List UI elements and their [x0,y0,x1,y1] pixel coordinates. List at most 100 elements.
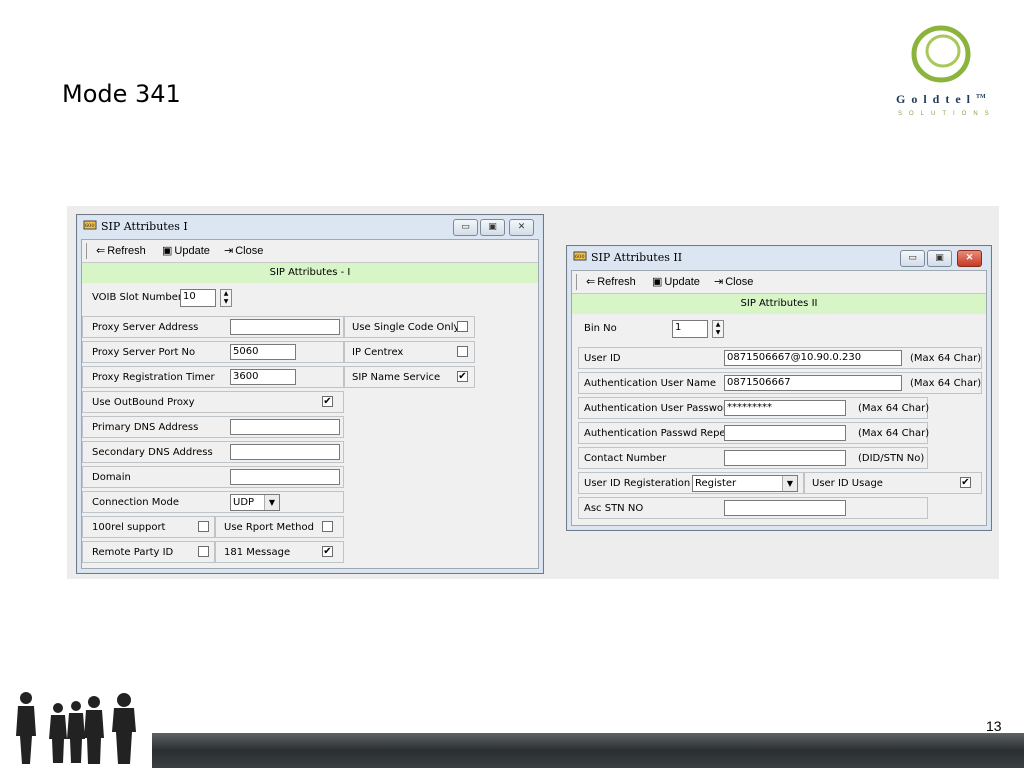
asc-stn-label: Asc STN NO [584,503,644,514]
sip-name-service-checkbox[interactable]: ✔ [457,371,468,382]
window-2-titlebar[interactable]: 600 SIP Attributes II ▭ ▣ ✕ [567,246,991,268]
close-toolbar-button[interactable]: ⇥ Close [224,244,263,257]
save-icon: ▣ [652,276,663,288]
bin-no-spinner[interactable]: ▲ ▼ [712,320,724,338]
bin-no-input[interactable]: 1 [672,320,708,338]
msg181-label: 181 Message [224,547,291,558]
remote-party-label: Remote Party ID [92,547,174,558]
sip-attributes-1-window: 600 SIP Attributes I ▭ ▣ ✕ ⇐ Refresh ▣ Upd… [76,214,544,574]
contact-label: Contact Number [584,453,667,464]
chevron-down-icon: ▼ [782,476,797,491]
contact-input[interactable] [724,450,846,466]
user-id-input[interactable]: 0871506667@10.90.0.230 [724,350,902,366]
proxy-server-address-input[interactable] [230,319,340,335]
save-icon: ▣ [162,245,173,257]
rel100-checkbox[interactable] [198,521,209,532]
user-id-usage-checkbox[interactable]: ✔ [960,477,971,488]
use-rport-checkbox[interactable] [322,521,333,532]
sip-name-service-label: SIP Name Service [352,372,441,383]
connection-mode-select[interactable]: UDP ▼ [230,494,280,511]
close-toolbar-button[interactable]: ⇥ Close [714,275,753,288]
use-rport-label: Use Rport Method [224,522,314,533]
update-button[interactable]: ▣ Update [162,244,210,257]
voib-slot-label: VOIB Slot Number [92,292,183,303]
secondary-dns-label: Secondary DNS Address [92,447,213,458]
svg-text:600: 600 [85,223,95,229]
auth-repeat-hint: (Max 64 Char) [858,428,930,439]
window-2-toolbar: ⇐ Refresh ▣ Update ⇥ Close [572,271,986,294]
logo-name: GoldtelTM [896,92,986,106]
toolbar-separator [86,243,87,259]
auth-pass-hint: (Max 64 Char) [858,403,930,414]
contact-hint: (DID/STN No) [858,453,925,464]
close-button[interactable]: ✕ [957,250,982,267]
refresh-button[interactable]: ⇐ Refresh [586,275,636,288]
section-header: SIP Attributes - I [82,263,538,283]
maximize-button[interactable]: ▣ [480,219,505,236]
primary-dns-label: Primary DNS Address [92,422,199,433]
slide-title: Mode 341 [62,80,181,108]
proxy-server-address-label: Proxy Server Address [92,322,199,333]
use-outbound-proxy-label: Use OutBound Proxy [92,397,195,408]
primary-dns-input[interactable] [230,419,340,435]
user-id-usage-label: User ID Usage [812,478,883,489]
auth-pass-label: Authentication User Password [584,403,734,414]
secondary-dns-input[interactable] [230,444,340,460]
exit-icon: ⇥ [224,245,234,257]
auth-user-input[interactable]: 0871506667 [724,375,902,391]
back-arrow-icon: ⇐ [96,245,106,257]
proxy-reg-timer-label: Proxy Registration Timer [92,372,215,383]
use-single-code-checkbox[interactable] [457,321,468,332]
window-1-toolbar: ⇐ Refresh ▣ Update ⇥ Close [82,240,538,263]
proxy-server-port-input[interactable]: 5060 [230,344,296,360]
chevron-down-icon: ▼ [264,495,279,510]
voib-slot-input[interactable]: 10 [180,289,216,307]
user-id-reg-select[interactable]: Register ▼ [692,475,798,492]
auth-user-label: Authentication User Name [584,378,717,389]
minimize-button[interactable]: ▭ [453,219,478,236]
app-icon: 600 [83,220,97,230]
connection-mode-label: Connection Mode [92,497,180,508]
window-1-titlebar[interactable]: 600 SIP Attributes I ▭ ▣ ✕ [77,215,543,237]
refresh-button[interactable]: ⇐ Refresh [96,244,146,257]
remote-party-checkbox[interactable] [198,546,209,557]
domain-label: Domain [92,472,131,483]
svg-text:600: 600 [575,254,585,260]
auth-user-hint: (Max 64 Char) [910,378,982,389]
people-silhouette-icon [16,692,136,764]
bin-no-label: Bin No [584,323,617,334]
back-arrow-icon: ⇐ [586,276,596,288]
voib-slot-spinner[interactable]: ▲ ▼ [220,289,232,307]
proxy-reg-timer-input[interactable]: 3600 [230,369,296,385]
user-id-hint: (Max 64 Char) [910,353,982,364]
goldtel-logo: GoldtelTM SOLUTIONS [896,24,1006,124]
user-id-label: User ID [584,353,621,364]
ip-centrex-label: IP Centrex [352,347,404,358]
minimize-button[interactable]: ▭ [900,250,925,267]
window-1-title: SIP Attributes I [101,220,188,233]
window-2-title: SIP Attributes II [591,251,683,264]
footer-bar [152,733,1024,768]
update-button[interactable]: ▣ Update [652,275,700,288]
use-single-code-label: Use Single Code Only [352,322,460,333]
logo-tagline: SOLUTIONS [898,111,996,117]
maximize-button[interactable]: ▣ [927,250,952,267]
section-header: SIP Attributes II [572,294,986,314]
close-button[interactable]: ✕ [509,219,534,236]
auth-repeat-input[interactable] [724,425,846,441]
use-outbound-proxy-checkbox[interactable]: ✔ [322,396,333,407]
asc-stn-input[interactable] [724,500,846,516]
user-id-reg-label: User ID Registeration [584,478,691,489]
page-number: 13 [986,718,1002,734]
exit-icon: ⇥ [714,276,724,288]
auth-pass-input[interactable]: ********* [724,400,846,416]
app-icon: 600 [573,251,587,261]
rel100-label: 100rel support [92,522,166,533]
auth-repeat-label: Authentication Passwd Repeat [584,428,736,439]
logo-ring-icon [911,25,971,83]
msg181-checkbox[interactable]: ✔ [322,546,333,557]
sip-attributes-2-window: 600 SIP Attributes II ▭ ▣ ✕ ⇐ Refresh ▣ Up… [566,245,992,531]
proxy-server-port-label: Proxy Server Port No [92,347,196,358]
ip-centrex-checkbox[interactable] [457,346,468,357]
domain-input[interactable] [230,469,340,485]
